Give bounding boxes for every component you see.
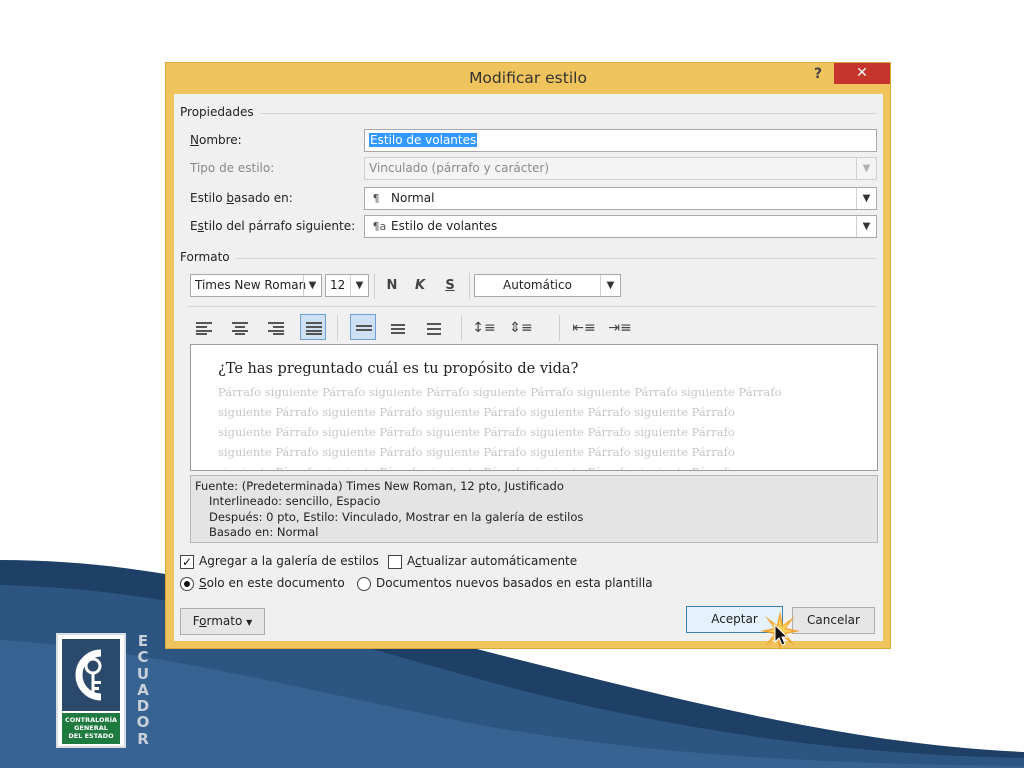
outdent-icon: ⇤≡ [572,320,596,336]
modify-style-dialog: Modificar estilo ? ✕ Propiedades Nombre:… [165,62,891,649]
format-group-label: Formato [180,250,230,264]
new-documents-label[interactable]: Documentos nuevos basados en esta planti… [376,576,653,590]
italic-button[interactable]: K [407,273,433,299]
logo-org-name: CONTRALORÍA GENERAL DEL ESTADO [62,713,120,744]
spacing-down-icon: ⇕≡ [509,320,533,336]
toolbar-separator [469,273,470,299]
spacing-up-icon: ↕≡ [472,320,496,336]
style-type-value: Vinculado (párrafo y carácter) [369,161,550,175]
format-group-divider [236,258,877,259]
cancel-button[interactable]: Cancelar [792,607,875,634]
add-to-gallery-label[interactable]: Agregar a la galería de estilos [199,554,379,568]
toolbar-divider [188,306,877,307]
new-documents-radio[interactable] [357,577,371,591]
style-description: Fuente: (Predeterminada) Times New Roman… [190,475,878,543]
chevron-down-icon: ▼ [856,158,876,179]
logo-country-name: E C U A D O R [136,632,150,748]
name-input-selected-text: Estilo de volantes [369,133,478,147]
toolbar-separator [374,273,375,299]
font-name-value: Times New Roman [195,278,307,292]
increase-paragraph-spacing-button[interactable]: ↕≡ [471,315,497,341]
double-spacing-button[interactable] [422,315,448,341]
style-type-select: Vinculado (párrafo y carácter) ▼ [364,157,877,180]
auto-update-checkbox[interactable] [388,555,402,569]
font-color-select[interactable]: Automático ▼ [474,274,621,297]
justify-button[interactable] [300,314,326,340]
only-this-document-label[interactable]: Solo en este documento [199,576,345,590]
font-name-select[interactable]: Times New Roman ▼ [190,274,322,297]
decrease-paragraph-spacing-button[interactable]: ⇕≡ [508,315,534,341]
chevron-down-icon[interactable]: ▼ [856,216,876,237]
mouse-cursor-icon [774,624,789,646]
indent-icon: ⇥≡ [608,320,632,336]
one-half-spacing-button[interactable] [386,315,412,341]
preview-following-paragraph: Párrafo siguiente Párrafo siguiente Párr… [218,385,782,470]
dialog-content: Propiedades Nombre: Estilo de volantes T… [174,94,883,641]
based-on-select[interactable]: ¶ Normal ▼ [364,187,877,210]
based-on-value: Normal [391,191,435,205]
underline-button[interactable]: S [437,273,463,299]
radio-selected-dot [184,581,190,587]
toolbar-separator [461,315,462,341]
name-input[interactable]: Estilo de volantes [364,129,877,152]
properties-group-divider [260,113,877,114]
contraloria-logo: CONTRALORÍA GENERAL DEL ESTADO [56,633,126,748]
paragraph-style-icon: ¶ [369,192,380,205]
double-spacing-icon [427,322,443,335]
style-preview: ¿Te has preguntado cuál es tu propósito … [190,344,878,471]
chevron-down-icon[interactable]: ▼ [600,275,620,296]
logo-emblem [62,639,120,711]
single-spacing-icon [356,322,372,334]
linked-style-icon: ¶a [369,220,387,233]
based-on-label: Estilo basado en: [190,191,293,205]
one-half-spacing-icon [391,322,407,334]
help-button[interactable]: ? [806,66,830,84]
add-to-gallery-checkbox[interactable]: ✓ [180,555,194,569]
toolbar-separator [337,315,338,341]
increase-indent-button[interactable]: ⇥≡ [607,315,633,341]
font-size-value: 12 [330,278,346,292]
description-line: Fuente: (Predeterminada) Times New Roman… [195,479,564,493]
style-type-label: Tipo de estilo: [190,161,275,175]
align-justify-icon [306,322,322,335]
description-line: Basado en: Normal [209,524,319,539]
close-button[interactable]: ✕ [834,63,890,84]
align-right-button[interactable] [263,315,289,341]
next-paragraph-value: Estilo de volantes [391,219,498,233]
chevron-down-icon[interactable]: ▼ [350,275,368,296]
dialog-title: Modificar estilo [469,69,587,87]
format-menu-button[interactable]: Formato ▼ [180,608,265,635]
font-color-value: Automático [503,278,572,292]
name-label: Nombre: [190,133,242,147]
bold-button[interactable]: N [379,273,405,299]
chevron-down-icon[interactable]: ▼ [303,275,321,296]
description-line: Después: 0 pto, Estilo: Vinculado, Mostr… [209,509,584,524]
align-left-button[interactable] [191,315,217,341]
chevron-down-icon[interactable]: ▼ [856,188,876,209]
dialog-titlebar[interactable]: Modificar estilo ? ✕ [166,63,890,93]
auto-update-label[interactable]: Actualizar automáticamente [407,554,577,568]
properties-group-label: Propiedades [180,105,254,119]
only-this-document-radio[interactable] [180,577,194,591]
font-size-select[interactable]: 12 ▼ [325,274,369,297]
toolbar-separator [559,315,560,341]
dropdown-triangle-icon: ▼ [246,618,253,627]
single-spacing-button[interactable] [350,314,376,340]
preview-sample-text: ¿Te has preguntado cuál es tu propósito … [218,361,579,377]
align-center-button[interactable] [227,315,253,341]
next-paragraph-select[interactable]: ¶a Estilo de volantes ▼ [364,215,877,238]
align-center-icon [232,322,248,335]
decrease-indent-button[interactable]: ⇤≡ [571,315,597,341]
align-right-icon [268,322,284,335]
description-line: Interlineado: sencillo, Espacio [209,494,381,509]
next-paragraph-label: Estilo del párrafo siguiente: [190,219,356,233]
align-left-icon [196,322,212,335]
